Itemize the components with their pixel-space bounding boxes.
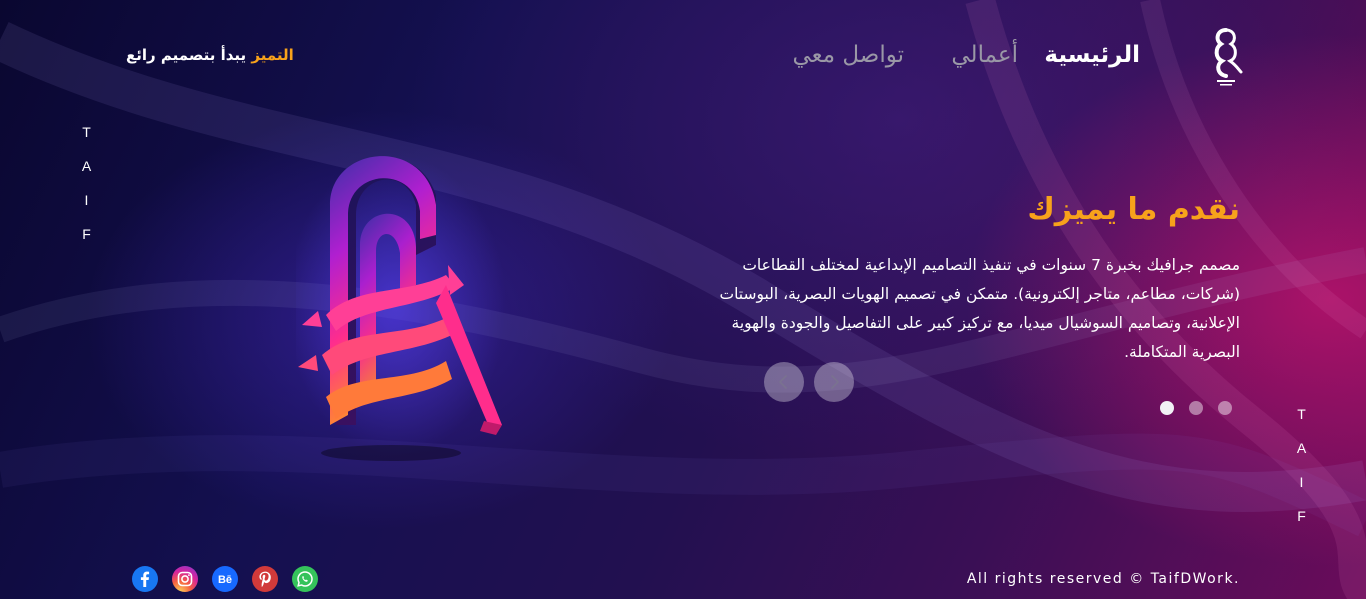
side-letter: A [81,158,93,174]
whatsapp-link[interactable] [292,566,318,592]
pinterest-link[interactable] [252,566,278,592]
svg-text:Bē: Bē [218,574,232,586]
slider-next-button[interactable] [814,362,854,402]
behance-icon: Bē [218,574,232,586]
side-letter: F [1297,508,1307,524]
whatsapp-icon [297,571,313,587]
instagram-icon [177,571,193,587]
behance-link[interactable]: Bē [212,566,238,592]
taif-logo[interactable] [1207,26,1245,88]
side-text-right: T A I F [1295,397,1309,533]
side-letter: I [84,192,90,208]
side-text-left: T A I F [80,115,94,251]
tagline-rest: يبدأ بتصميم رائع [126,46,252,64]
side-letter: T [1297,406,1307,422]
side-letter: T [82,124,92,140]
hero-title: نقدم ما يميزك [1027,192,1240,227]
taif-calligraphy-logo-icon [1214,28,1243,86]
nav-item-works[interactable]: أعمالي [951,42,1018,68]
slider-prev-button[interactable] [764,362,804,402]
copyright-text: All rights reserved © TaifDWork. [966,571,1240,587]
tagline: التميز يبدأ بتصميم رائع [126,46,294,64]
slider-dot-3[interactable] [1218,401,1232,415]
hero-image [286,135,516,465]
tagline-highlight: التميز [251,46,294,64]
side-letter: I [1299,474,1305,490]
pinterest-icon [259,571,271,588]
nav-item-contact[interactable]: تواصل معي [792,42,904,68]
nav-item-home[interactable]: الرئيسية [1044,42,1140,68]
instagram-link[interactable] [172,566,198,592]
facebook-link[interactable] [132,566,158,592]
slider-dot-1[interactable] [1160,401,1174,415]
side-letter: A [1296,440,1308,456]
taif-3d-calligraphy-logo [286,155,506,461]
side-letter: F [82,226,92,242]
chevron-left-icon [779,375,787,389]
hero-description: مصمم جرافيك بخبرة 7 سنوات في تنفيذ التصا… [719,256,1240,361]
facebook-icon [140,571,150,587]
chevron-right-icon [831,375,839,389]
slider-dot-2[interactable] [1189,401,1203,415]
